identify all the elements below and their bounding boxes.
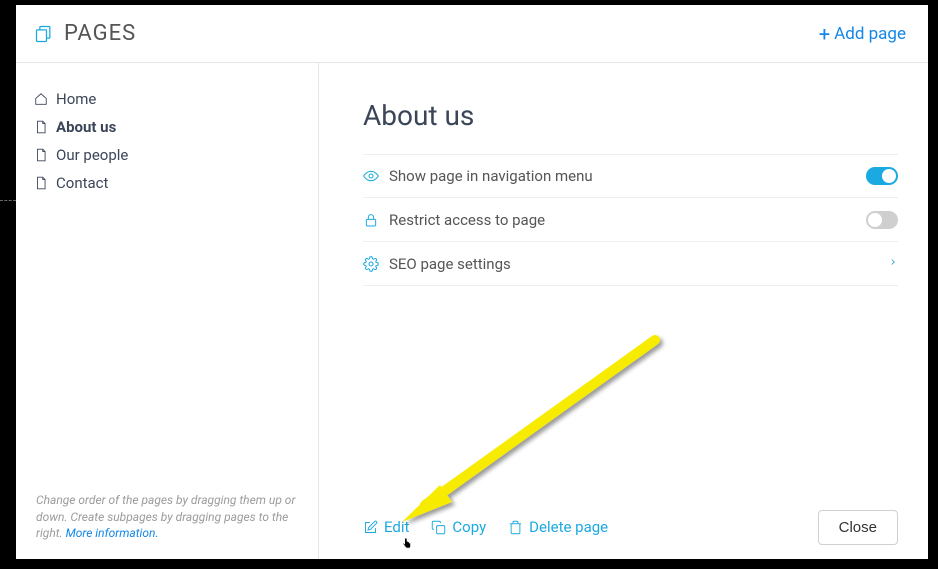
sidebar-item-label: Our people [56, 146, 128, 164]
setting-restrict-access: Restrict access to page [363, 198, 898, 242]
page-icon [34, 120, 48, 134]
copy-button[interactable]: Copy [431, 518, 486, 536]
chevron-right-icon [888, 255, 898, 273]
page-icon [34, 148, 48, 162]
restrict-access-toggle[interactable] [866, 211, 898, 229]
copy-label: Copy [452, 518, 486, 536]
copy-icon [431, 520, 446, 535]
page-list: Home About us Our people Contact [16, 85, 318, 197]
dialog-body: Home About us Our people Contact Change … [16, 63, 928, 559]
main-footer: Edit Copy Delete page Close [363, 495, 898, 559]
dialog-title-text: PAGES [64, 21, 136, 46]
sidebar-item-label: Home [56, 90, 96, 108]
edit-button[interactable]: Edit [363, 518, 409, 536]
home-icon [34, 92, 48, 106]
dialog-header: PAGES + Add page [16, 5, 928, 63]
sidebar-item-our-people[interactable]: Our people [34, 141, 300, 169]
delete-button[interactable]: Delete page [508, 518, 608, 536]
sidebar-item-home[interactable]: Home [34, 85, 300, 113]
sidebar-item-label: About us [56, 118, 116, 136]
sidebar-help-text: Change order of the pages by dragging th… [16, 492, 318, 559]
add-page-button[interactable]: + Add page [819, 24, 906, 44]
sidebar-item-contact[interactable]: Contact [34, 169, 300, 197]
setting-seo[interactable]: SEO page settings [363, 242, 898, 286]
pages-icon [34, 24, 54, 44]
setting-label: SEO page settings [389, 255, 888, 273]
settings-list: Show page in navigation menu Restrict ac… [363, 154, 898, 286]
delete-label: Delete page [529, 518, 608, 536]
lock-icon [363, 212, 381, 228]
gear-icon [363, 256, 381, 272]
setting-label: Restrict access to page [389, 211, 866, 229]
edit-icon [363, 520, 378, 535]
sidebar: Home About us Our people Contact Change … [16, 63, 319, 559]
eye-icon [363, 168, 381, 184]
dialog-title: PAGES [34, 21, 136, 46]
pages-dialog: PAGES + Add page Home About us Our peopl… [16, 5, 928, 559]
setting-label: Show page in navigation menu [389, 167, 866, 185]
close-button[interactable]: Close [818, 510, 898, 545]
sidebar-item-about-us[interactable]: About us [34, 113, 300, 141]
main-panel: About us Show page in navigation menu Re… [319, 63, 928, 559]
trash-icon [508, 520, 523, 535]
background-dashed-line [0, 200, 16, 201]
plus-icon: + [819, 24, 830, 44]
page-title: About us [363, 99, 898, 132]
add-page-label: Add page [834, 24, 906, 44]
setting-show-in-nav: Show page in navigation menu [363, 154, 898, 198]
sidebar-item-label: Contact [56, 174, 108, 192]
show-in-nav-toggle[interactable] [866, 167, 898, 185]
page-icon [34, 176, 48, 190]
edit-label: Edit [384, 518, 409, 536]
more-information-link[interactable]: More information. [66, 526, 159, 540]
